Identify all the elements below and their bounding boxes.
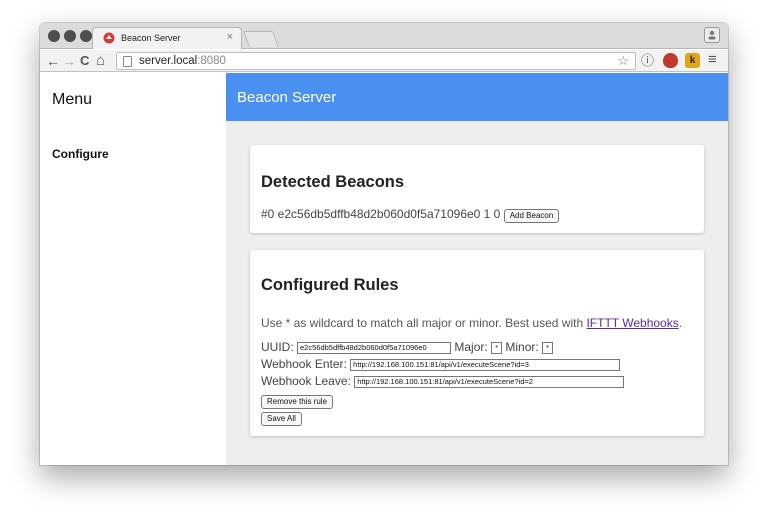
tab-title: Beacon Server (121, 33, 181, 43)
browser-window: Beacon Server × ← → C ⌂ server.local:808… (40, 23, 728, 465)
save-all-row: Save All (261, 410, 302, 426)
minimize-window-button[interactable] (64, 30, 76, 42)
reload-icon[interactable]: C (80, 52, 89, 70)
webhook-leave-input[interactable]: http://192.168.100.151:81/api/v1/execute… (354, 375, 625, 388)
home-icon[interactable]: ⌂ (96, 52, 105, 70)
sidebar: Menu Configure (40, 73, 226, 465)
minor-input[interactable]: * (542, 341, 554, 354)
url-text: server.local:8080 (139, 55, 226, 67)
webhook-leave-label: Webhook Leave: (261, 374, 351, 388)
close-tab-icon[interactable]: × (227, 31, 233, 43)
ublock-icon[interactable] (663, 53, 678, 68)
webhook-enter-label: Webhook Enter: (261, 357, 347, 371)
person-icon (708, 30, 716, 40)
major-label: Major: (454, 340, 488, 354)
main-content: Detected Beacons #0 e2c56db5dffb48d2b060… (226, 121, 728, 465)
major-input[interactable]: * (491, 341, 503, 354)
info-extension-icon[interactable]: ⓘ (640, 53, 655, 68)
uuid-label: UUID: (261, 340, 294, 354)
app-bar: Beacon Server (226, 73, 728, 121)
app-title: Beacon Server (237, 89, 337, 106)
detected-beacons-title: Detected Beacons (261, 173, 405, 191)
save-all-button[interactable]: Save All (261, 412, 302, 426)
remove-rule-row: Remove this rule (261, 393, 334, 409)
add-beacon-button[interactable]: Add Beacon (503, 209, 560, 223)
webhook-enter-input[interactable]: http://192.168.100.151:81/api/v1/execute… (350, 358, 621, 371)
new-tab-button[interactable] (243, 31, 279, 47)
bookmark-star-icon[interactable]: ☆ (617, 53, 629, 69)
remove-rule-button[interactable]: Remove this rule (261, 395, 334, 409)
sidebar-title: Menu (52, 91, 93, 108)
zoom-window-button[interactable] (80, 30, 92, 42)
address-bar[interactable]: server.local:8080 ☆ (116, 52, 636, 70)
configured-rules-title: Configured Rules (261, 276, 399, 294)
beacon-row: #0 e2c56db5dffb48d2b060d0f5a71096e0 1 0 … (261, 207, 560, 223)
beacon-text: #0 e2c56db5dffb48d2b060d0f5a71096e0 1 0 (261, 207, 501, 221)
page-icon (123, 56, 132, 67)
tab-bar: Beacon Server × (40, 23, 728, 49)
menu-icon[interactable]: ≡ (708, 51, 717, 69)
close-window-button[interactable] (48, 30, 60, 42)
uuid-row: UUID: e2c56db5dffb48d2b060d0f5a71096e0 M… (261, 340, 554, 354)
browser-toolbar: ← → C ⌂ server.local:8080 ☆ ⓘ k ≡ (40, 50, 728, 72)
configured-rules-card: Configured Rules Use * as wildcard to ma… (250, 250, 704, 436)
minor-label: Minor: (505, 340, 539, 354)
profile-icon[interactable] (704, 27, 720, 43)
detected-beacons-card: Detected Beacons #0 e2c56db5dffb48d2b060… (250, 145, 704, 233)
webhook-leave-row: Webhook Leave: http://192.168.100.151:81… (261, 374, 625, 388)
forward-icon[interactable]: → (62, 52, 76, 70)
back-icon[interactable]: ← (46, 52, 60, 70)
uuid-input[interactable]: e2c56db5dffb48d2b060d0f5a71096e0 (297, 341, 452, 354)
tab-beacon-server[interactable]: Beacon Server × (92, 27, 242, 49)
favicon-icon (103, 32, 115, 44)
sidebar-item-configure[interactable]: Configure (52, 147, 109, 161)
k-extension-icon[interactable]: k (685, 53, 700, 68)
ifttt-webhooks-link[interactable]: IFTTT Webhooks (586, 316, 678, 330)
rules-help-text: Use * as wildcard to match all major or … (261, 316, 683, 330)
webhook-enter-row: Webhook Enter: http://192.168.100.151:81… (261, 357, 621, 371)
